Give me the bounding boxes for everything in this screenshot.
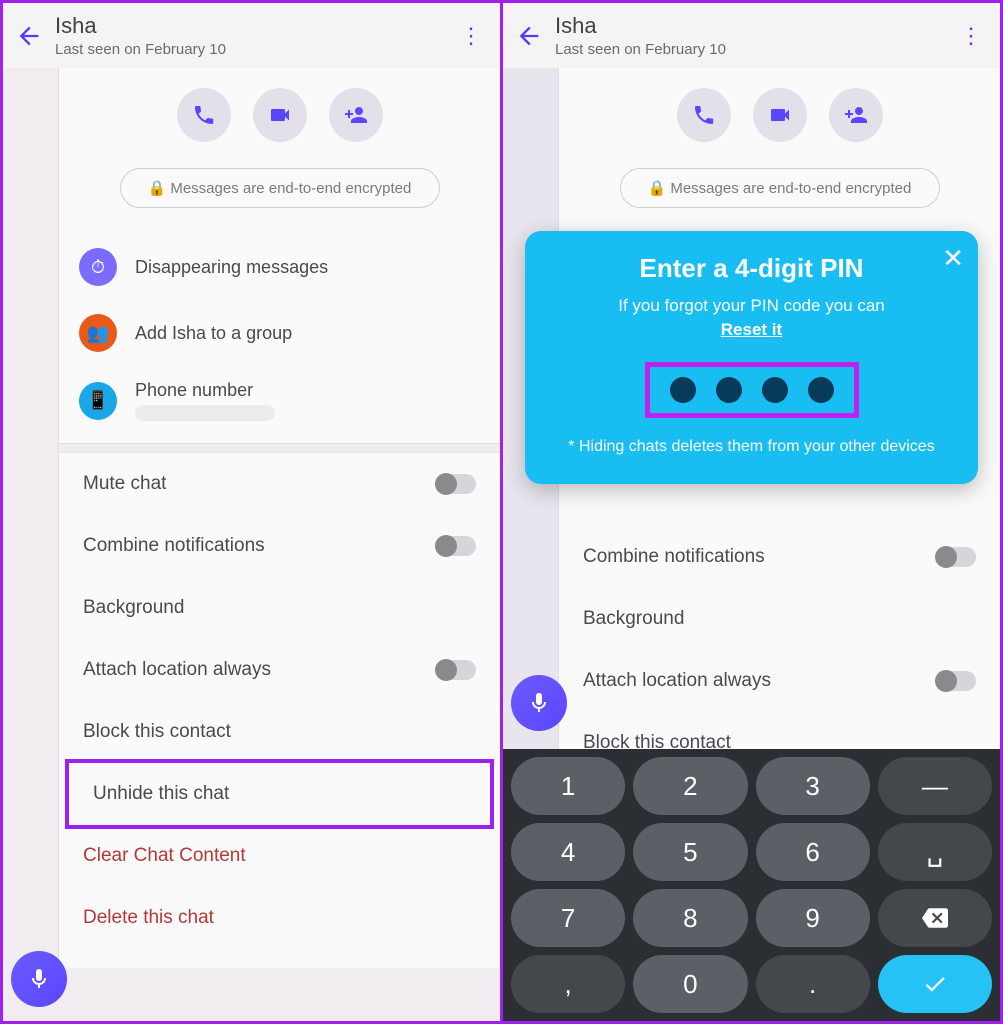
key-1[interactable]: 1 xyxy=(511,757,625,815)
encryption-pill[interactable]: 🔒Messages are end-to-end encrypted xyxy=(620,168,940,208)
header: Isha Last seen on February 10 ⋮ xyxy=(3,3,500,68)
lock-icon: 🔒 xyxy=(648,180,667,197)
last-seen: Last seen on February 10 xyxy=(555,41,954,58)
background-row[interactable]: Background xyxy=(559,588,1000,650)
header: Isha Last seen on February 10 ⋮ xyxy=(503,3,1000,68)
action-row xyxy=(59,68,500,154)
more-icon[interactable]: ⋮ xyxy=(454,23,488,49)
combine-label: Combine notifications xyxy=(583,546,765,568)
divider xyxy=(59,443,500,453)
numeric-keyboard: 1 2 3 — 4 5 6 ␣ 7 8 9 , 0 . xyxy=(503,749,1000,1021)
key-2[interactable]: 2 xyxy=(633,757,747,815)
combine-toggle[interactable] xyxy=(436,536,476,556)
combine-toggle[interactable] xyxy=(936,547,976,567)
location-toggle[interactable] xyxy=(436,660,476,680)
phone-number-row[interactable]: 📱 Phone number xyxy=(59,366,500,435)
pin-input-highlight[interactable] xyxy=(645,362,859,418)
phone-number-redacted xyxy=(135,405,275,421)
block-label: Block this contact xyxy=(83,721,231,743)
timer-icon: ⏱ xyxy=(79,248,117,286)
key-9[interactable]: 9 xyxy=(756,889,870,947)
modal-subtitle-text: If you forgot your PIN code you can xyxy=(618,296,884,315)
pin-modal: ✕ Enter a 4-digit PIN If you forgot your… xyxy=(525,231,978,484)
unhide-highlight: Unhide this chat xyxy=(65,759,494,829)
background-label: Background xyxy=(83,597,184,619)
group-icon: 👥 xyxy=(79,314,117,352)
voice-call-button[interactable] xyxy=(677,88,731,142)
modal-subtitle: If you forgot your PIN code you can Rese… xyxy=(547,294,956,342)
unhide-chat-row[interactable]: Unhide this chat xyxy=(69,763,490,825)
close-icon[interactable]: ✕ xyxy=(942,243,964,274)
mic-fab[interactable] xyxy=(511,675,567,731)
last-seen: Last seen on February 10 xyxy=(55,41,454,58)
video-call-button[interactable] xyxy=(753,88,807,142)
key-6[interactable]: 6 xyxy=(756,823,870,881)
encryption-text: Messages are end-to-end encrypted xyxy=(170,180,411,197)
delete-label: Delete this chat xyxy=(83,907,214,929)
action-row xyxy=(559,68,1000,154)
key-confirm[interactable] xyxy=(878,955,992,1013)
key-space[interactable]: ␣ xyxy=(878,823,992,881)
lock-icon: 🔒 xyxy=(148,180,167,197)
add-group-label: Add Isha to a group xyxy=(135,323,292,344)
mic-fab[interactable] xyxy=(11,951,67,1007)
key-comma[interactable]: , xyxy=(511,955,625,1013)
modal-title: Enter a 4-digit PIN xyxy=(547,253,956,284)
combine-notifications-row[interactable]: Combine notifications xyxy=(59,515,500,577)
mute-label: Mute chat xyxy=(83,473,166,495)
voice-call-button[interactable] xyxy=(177,88,231,142)
phone-icon: 📱 xyxy=(79,382,117,420)
encryption-text: Messages are end-to-end encrypted xyxy=(670,180,911,197)
modal-footer: * Hiding chats deletes them from your ot… xyxy=(547,436,956,458)
disappearing-label: Disappearing messages xyxy=(135,257,328,278)
add-contact-button[interactable] xyxy=(329,88,383,142)
key-7[interactable]: 7 xyxy=(511,889,625,947)
contact-name: Isha xyxy=(55,13,454,39)
attach-location-row[interactable]: Attach location always xyxy=(59,639,500,701)
combine-label: Combine notifications xyxy=(83,535,265,557)
block-contact-row[interactable]: Block this contact xyxy=(59,701,500,763)
unhide-label: Unhide this chat xyxy=(93,783,229,805)
add-contact-button[interactable] xyxy=(829,88,883,142)
clear-label: Clear Chat Content xyxy=(83,845,246,867)
add-to-group-row[interactable]: 👥 Add Isha to a group xyxy=(59,300,500,366)
reset-pin-link[interactable]: Reset it xyxy=(721,320,782,339)
key-backspace[interactable] xyxy=(878,889,992,947)
location-label: Attach location always xyxy=(583,670,771,692)
back-icon[interactable] xyxy=(15,22,43,50)
contact-name: Isha xyxy=(555,13,954,39)
video-call-button[interactable] xyxy=(253,88,307,142)
more-icon[interactable]: ⋮ xyxy=(954,23,988,49)
mute-chat-row[interactable]: Mute chat xyxy=(59,453,500,515)
background-row[interactable]: Background xyxy=(59,577,500,639)
location-toggle[interactable] xyxy=(936,671,976,691)
pin-dot xyxy=(670,377,696,403)
combine-notifications-row[interactable]: Combine notifications xyxy=(559,526,1000,588)
key-3[interactable]: 3 xyxy=(756,757,870,815)
delete-chat-row[interactable]: Delete this chat xyxy=(59,887,500,949)
encryption-pill[interactable]: 🔒Messages are end-to-end encrypted xyxy=(120,168,440,208)
pin-dot xyxy=(716,377,742,403)
key-8[interactable]: 8 xyxy=(633,889,747,947)
clear-chat-row[interactable]: Clear Chat Content xyxy=(59,825,500,887)
key-dash[interactable]: — xyxy=(878,757,992,815)
pin-dot xyxy=(762,377,788,403)
key-0[interactable]: 0 xyxy=(633,955,747,1013)
key-4[interactable]: 4 xyxy=(511,823,625,881)
mute-toggle[interactable] xyxy=(436,474,476,494)
back-icon[interactable] xyxy=(515,22,543,50)
key-dot[interactable]: . xyxy=(756,955,870,1013)
disappearing-messages-row[interactable]: ⏱ Disappearing messages xyxy=(59,234,500,300)
pin-dot xyxy=(808,377,834,403)
phone-label: Phone number xyxy=(135,380,253,400)
background-label: Background xyxy=(583,608,684,630)
location-label: Attach location always xyxy=(83,659,271,681)
attach-location-row[interactable]: Attach location always xyxy=(559,650,1000,712)
key-5[interactable]: 5 xyxy=(633,823,747,881)
